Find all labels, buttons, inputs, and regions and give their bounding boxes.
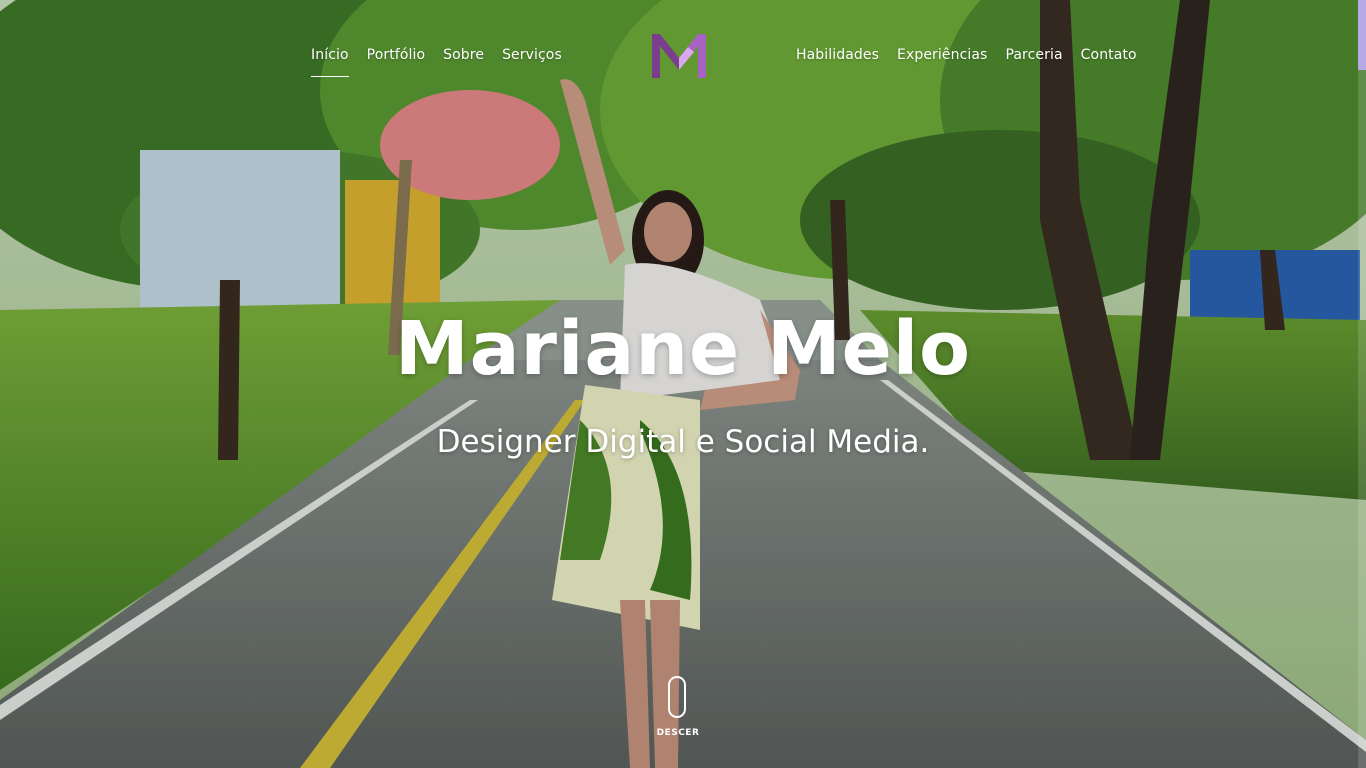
nav-link-contato[interactable]: Contato bbox=[1081, 47, 1137, 63]
logo-icon bbox=[652, 34, 706, 78]
page-scrollbar[interactable] bbox=[1358, 0, 1366, 768]
nav-link-servicos[interactable]: Serviços bbox=[502, 47, 562, 63]
nav-link-inicio[interactable]: Início bbox=[311, 47, 349, 77]
mouse-scroll-icon bbox=[668, 676, 686, 718]
hero-title: Mariane Melo bbox=[394, 306, 972, 392]
scrollbar-thumb[interactable] bbox=[1358, 0, 1366, 70]
hero-section: Início Portfólio Sobre Serviços Habilida… bbox=[0, 0, 1366, 768]
nav-link-experiencias[interactable]: Experiências bbox=[897, 47, 987, 63]
hero-subtitle: Designer Digital e Social Media. bbox=[436, 424, 930, 460]
nav-link-sobre[interactable]: Sobre bbox=[443, 47, 484, 63]
nav-link-portfolio[interactable]: Portfólio bbox=[367, 47, 426, 63]
nav-link-parceria[interactable]: Parceria bbox=[1005, 47, 1062, 63]
nav-link-habilidades[interactable]: Habilidades bbox=[796, 47, 879, 63]
primary-nav-right: Habilidades Experiências Parceria Contat… bbox=[796, 44, 1137, 66]
scroll-down-label: DESCER bbox=[656, 728, 700, 738]
primary-nav-left: Início Portfólio Sobre Serviços bbox=[311, 44, 562, 77]
m-monogram-logo[interactable] bbox=[650, 30, 708, 80]
scroll-down-button[interactable]: DESCER bbox=[650, 676, 706, 742]
